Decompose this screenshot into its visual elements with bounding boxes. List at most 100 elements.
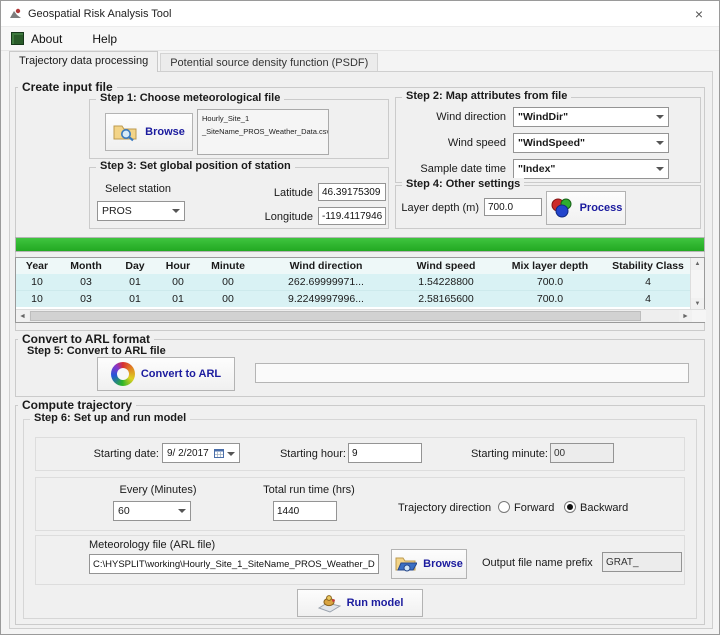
scroll-up-icon[interactable]: ▲ [691, 258, 704, 270]
forward-radio[interactable] [498, 501, 510, 513]
starting-date-label: Starting date: [79, 448, 159, 460]
col-minute[interactable]: Minute [200, 258, 256, 274]
station-select[interactable]: PROS [97, 201, 185, 221]
menu-help[interactable]: Help [86, 30, 127, 48]
layer-depth-field[interactable] [484, 198, 542, 216]
longitude-field[interactable] [318, 207, 386, 225]
col-stability-class[interactable]: Stability Class [604, 258, 692, 274]
selected-file-box: Hourly_Site_1 _SiteName_PROS_Weather_Dat… [197, 109, 329, 155]
scroll-left-icon[interactable]: ◄ [16, 310, 29, 322]
step2-title: Step 2: Map attributes from file [402, 90, 571, 102]
cell: 00 [156, 274, 200, 290]
cell: 700.0 [496, 290, 604, 307]
cell: 10 [16, 274, 58, 290]
select-station-label: Select station [105, 183, 171, 195]
cell: 01 [114, 290, 156, 307]
convert-to-arl-button[interactable]: Convert to ARL [97, 357, 235, 391]
wind-speed-label: Wind speed [401, 137, 506, 149]
color-wheel-icon [111, 362, 135, 386]
spheres-icon [550, 197, 574, 219]
starting-minute-label: Starting minute: [456, 448, 548, 460]
run-model-button[interactable]: Run model [297, 589, 423, 617]
cell: 4 [604, 274, 692, 290]
forward-label: Forward [514, 502, 554, 514]
folder-search-icon [113, 122, 139, 142]
process-button[interactable]: Process [546, 191, 626, 225]
convert-to-arl-label: Convert to ARL [141, 368, 221, 380]
layer-depth-label: Layer depth (m) [401, 202, 479, 214]
backward-radio[interactable] [564, 501, 576, 513]
chevron-down-icon [178, 509, 186, 513]
col-mix-layer-depth[interactable]: Mix layer depth [496, 258, 604, 274]
every-minutes-select[interactable]: 60 [113, 501, 191, 521]
cell: 700.0 [496, 274, 604, 290]
output-prefix-field[interactable] [602, 552, 682, 572]
col-day[interactable]: Day [114, 258, 156, 274]
sample-date-value: "Index" [518, 163, 555, 175]
cell: 262.69999971... [256, 274, 396, 290]
col-wind-speed[interactable]: Wind speed [396, 258, 496, 274]
menu-about[interactable]: About [29, 30, 72, 48]
horizontal-scrollbar[interactable]: ◄ ► [16, 309, 706, 322]
latitude-field[interactable] [318, 183, 386, 201]
total-run-time-field[interactable] [273, 501, 337, 521]
scroll-right-icon[interactable]: ► [679, 310, 692, 322]
weather-data-table: Year Month Day Hour Minute Wind directio… [15, 257, 705, 323]
compute-title: Compute trajectory [18, 398, 136, 412]
scrollbar-corner [692, 310, 706, 322]
met-file-field[interactable] [89, 554, 379, 574]
tab-strip: Trajectory data processing Potential sou… [9, 51, 380, 72]
calendar-icon [214, 448, 224, 458]
wind-direction-value: "WindDir" [518, 111, 568, 123]
chevron-down-icon [227, 452, 235, 456]
trajectory-direction-label: Trajectory direction [398, 502, 491, 514]
terrain-model-icon [317, 593, 341, 613]
table-row[interactable]: 10 03 01 01 00 9.2249997996... 2.5816560… [16, 290, 692, 307]
cell: 9.2249997996... [256, 290, 396, 307]
browse-met-file-label: Browse [145, 126, 185, 138]
import-progress-bar [15, 237, 705, 252]
run-model-label: Run model [347, 597, 404, 609]
starting-date-value: 9/ 2/2017 [167, 448, 211, 459]
app-window: Geospatial Risk Analysis Tool × About He… [0, 0, 720, 635]
convert-title: Convert to ARL format [18, 332, 154, 346]
scrollbar-track[interactable] [29, 310, 679, 322]
tab-psdf[interactable]: Potential source density function (PSDF) [160, 53, 378, 72]
tab-trajectory-data-processing[interactable]: Trajectory data processing [9, 51, 158, 72]
app-icon [9, 7, 22, 20]
folder-open-icon [395, 555, 417, 573]
col-wind-direction[interactable]: Wind direction [256, 258, 396, 274]
starting-hour-field[interactable] [348, 443, 422, 463]
window-title: Geospatial Risk Analysis Tool [28, 8, 171, 20]
title-bar: Geospatial Risk Analysis Tool × [1, 1, 719, 27]
browse-arl-file-button[interactable]: Browse [391, 549, 467, 579]
total-run-time-label: Total run time (hrs) [259, 484, 359, 496]
sample-date-select[interactable]: "Index" [513, 159, 669, 179]
step5-title: Step 5: Convert to ARL file [27, 345, 166, 357]
col-hour[interactable]: Hour [156, 258, 200, 274]
cell: 00 [200, 274, 256, 290]
starting-minute-field[interactable] [550, 443, 614, 463]
cell: 03 [58, 274, 114, 290]
convert-progress-bar [255, 363, 689, 383]
chevron-down-icon [656, 115, 664, 119]
wind-speed-select[interactable]: "WindSpeed" [513, 133, 669, 153]
table-row[interactable]: 10 03 01 00 00 262.69999971... 1.5422880… [16, 274, 692, 290]
about-menu-icon [11, 32, 24, 45]
vertical-scrollbar[interactable]: ▲ ▼ [690, 258, 704, 310]
scrollbar-thumb[interactable] [30, 311, 641, 321]
wind-direction-select[interactable]: "WindDir" [513, 107, 669, 127]
browse-met-file-button[interactable]: Browse [105, 113, 193, 151]
cell: 1.54228800 [396, 274, 496, 290]
step4-title: Step 4: Other settings [402, 178, 524, 190]
cell: 00 [200, 290, 256, 307]
output-prefix-label: Output file name prefix [482, 557, 593, 569]
selected-file-line2: _SiteName_PROS_Weather_Data.csv [202, 126, 324, 139]
col-year[interactable]: Year [16, 258, 58, 274]
menu-bar: About Help [1, 27, 719, 51]
table-header-row: Year Month Day Hour Minute Wind directio… [16, 258, 692, 274]
starting-date-picker[interactable]: 9/ 2/2017 [162, 443, 240, 463]
latitude-label: Latitude [251, 187, 313, 199]
col-month[interactable]: Month [58, 258, 114, 274]
close-icon[interactable]: × [683, 1, 715, 27]
